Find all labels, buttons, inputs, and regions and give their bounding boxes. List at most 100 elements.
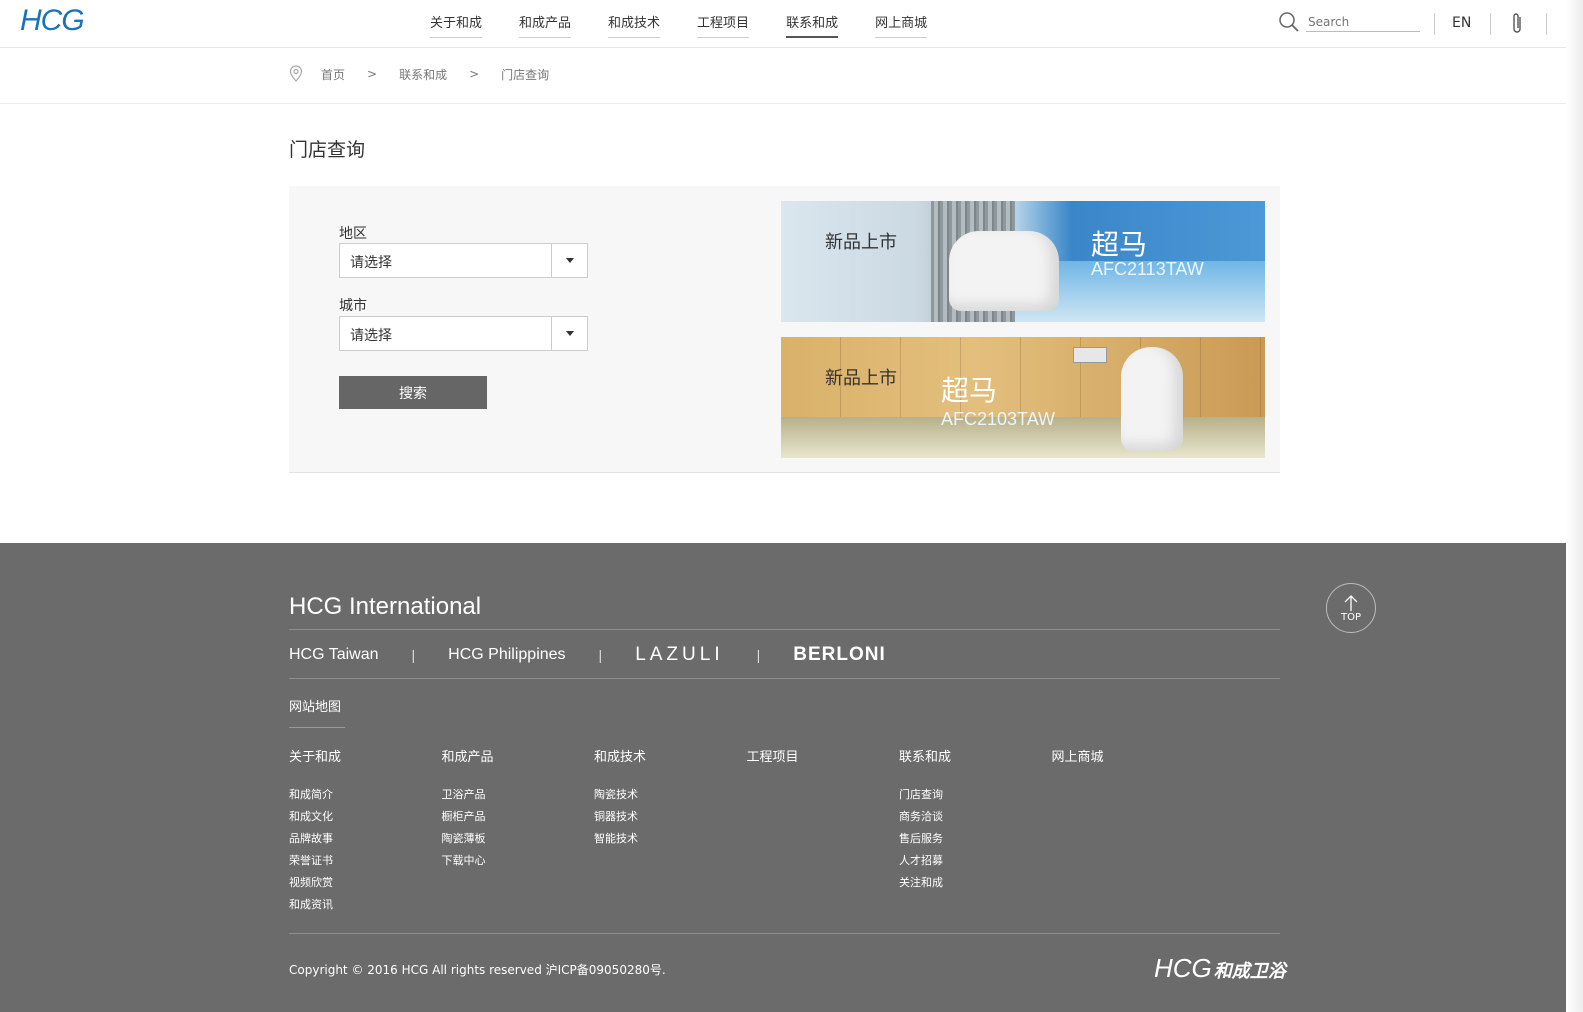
- sitemap-column-title[interactable]: 和成产品: [442, 746, 595, 765]
- sitemap-link[interactable]: 门店查询: [899, 784, 1052, 806]
- divider: [289, 629, 1280, 630]
- brand-separator: |: [411, 647, 416, 663]
- product-banner[interactable]: 新品上市 超马 AFC2113TAW: [781, 201, 1265, 322]
- nav-products[interactable]: 和成产品: [519, 12, 572, 38]
- city-select-value: 请选择: [350, 328, 392, 344]
- back-to-top-button[interactable]: TOP: [1326, 583, 1376, 633]
- copyright: Copyright © 2016 HCG All rights reserved…: [289, 963, 666, 977]
- product-banner[interactable]: 新品上市 超马 AFC2103TAW: [781, 337, 1265, 458]
- sitemap-column: 和成技术陶瓷技术 铜器技术 智能技术: [594, 746, 747, 916]
- sitemap-link[interactable]: 视频欣赏: [289, 872, 442, 894]
- nav-shop[interactable]: 网上商城: [875, 12, 928, 38]
- divider: [1546, 13, 1547, 35]
- sitemap-column-title[interactable]: 工程项目: [747, 746, 900, 765]
- sitemap-link[interactable]: 陶瓷技术: [594, 784, 747, 806]
- city-select[interactable]: 请选择: [339, 316, 588, 351]
- sitemap-link[interactable]: 关注和成: [899, 872, 1052, 894]
- sitemap-link[interactable]: 品牌故事: [289, 828, 442, 850]
- search-input[interactable]: [1306, 12, 1420, 32]
- sitemap-column-title[interactable]: 联系和成: [899, 746, 1052, 765]
- sitemap-heading: 网站地图: [289, 700, 342, 715]
- brand-separator: |: [598, 647, 603, 663]
- chevron-down-icon[interactable]: [551, 317, 587, 350]
- sitemap-column: 关于和成和成简介 和成文化 品牌故事 荣誉证书 视频欣赏 和成资讯: [289, 746, 442, 916]
- brand-separator: |: [756, 647, 761, 663]
- search-button[interactable]: 搜索: [339, 376, 487, 409]
- divider: [289, 678, 1280, 679]
- banner-product-name: 超马: [941, 374, 998, 407]
- sitemap-column: 和成产品卫浴产品 橱柜产品 陶瓷薄板 下载中心: [442, 746, 595, 916]
- sitemap-columns: 关于和成 和成简介 和成文化 品牌故事 荣誉证书 视频欣赏 和成资讯 和成产品 卫浴产品 橱柜产品…: [289, 746, 1204, 916]
- main-nav: 关于和成 和成产品 和成技术 工程项目 联系和成 网上商城: [430, 12, 964, 38]
- store-search-panel: 地区 请选择 城市 请选择 搜索 新品上市 超马 AFC2113TAW 新品上市…: [289, 186, 1280, 473]
- sitemap-link[interactable]: 和成文化: [289, 806, 442, 828]
- sitemap-link[interactable]: 和成资讯: [289, 894, 442, 916]
- site-header: HCG 关于和成 和成产品 和成技术 工程项目 联系和成 网上商城 EN: [0, 0, 1566, 48]
- banner-product-model: AFC2103TAW: [941, 409, 1056, 429]
- language-switch[interactable]: EN: [1452, 15, 1471, 31]
- site-footer: HCG International TOP HCG Taiwan | HCG P…: [0, 543, 1566, 1012]
- breadcrumb-contact[interactable]: 联系和成: [399, 66, 447, 83]
- brand-berloni[interactable]: BERLONI: [793, 644, 886, 666]
- sitemap-link[interactable]: 人才招募: [899, 850, 1052, 872]
- sitemap-link[interactable]: 橱柜产品: [442, 806, 595, 828]
- toilet-image: [1121, 347, 1183, 451]
- nav-contact[interactable]: 联系和成: [786, 12, 839, 38]
- scroll-edge: [1566, 0, 1583, 1012]
- breadcrumb-current: 门店查询: [501, 67, 550, 82]
- breadcrumb: 首页 > 联系和成 > 门店查询: [0, 49, 1566, 104]
- sitemap-column: 联系和成门店查询 商务洽谈 售后服务 人才招募 关注和成: [899, 746, 1052, 916]
- sitemap-column-title[interactable]: 网上商城: [1052, 746, 1205, 765]
- sitemap-link[interactable]: 商务洽谈: [899, 806, 1052, 828]
- brand-links: HCG Taiwan | HCG Philippines | LAZULI | …: [289, 644, 886, 666]
- brand-hcg-philippines[interactable]: HCG Philippines: [448, 646, 565, 664]
- paperclip-icon[interactable]: [1510, 12, 1526, 36]
- banner-tag: 新品上市: [825, 368, 897, 389]
- sitemap-link[interactable]: 和成简介: [289, 784, 442, 806]
- breadcrumb-home[interactable]: 首页: [321, 66, 345, 83]
- sitemap-column: 工程项目: [747, 746, 900, 916]
- sitemap-link[interactable]: 下载中心: [442, 850, 595, 872]
- footer-logo-text: HCG: [1154, 953, 1212, 983]
- region-select-value: 请选择: [350, 255, 392, 271]
- wall-panel: [1073, 347, 1107, 363]
- sitemap-link[interactable]: 铜器技术: [594, 806, 747, 828]
- page-title: 门店查询: [289, 139, 366, 161]
- sitemap-column-title[interactable]: 关于和成: [289, 746, 442, 765]
- divider: [289, 933, 1280, 934]
- sitemap-link[interactable]: 陶瓷薄板: [442, 828, 595, 850]
- nav-about[interactable]: 关于和成: [430, 12, 483, 38]
- breadcrumb-separator: >: [469, 67, 480, 81]
- sitemap-link[interactable]: 卫浴产品: [442, 784, 595, 806]
- divider: [1490, 13, 1491, 35]
- region-label: 地区: [339, 226, 367, 242]
- city-label: 城市: [339, 298, 367, 314]
- brand-hcg-taiwan[interactable]: HCG Taiwan: [289, 646, 379, 664]
- footer-title: HCG International: [289, 593, 482, 620]
- header-search: [1278, 11, 1420, 33]
- region-select[interactable]: 请选择: [339, 243, 588, 278]
- brand-lazuli[interactable]: LAZULI: [635, 644, 723, 666]
- location-pin-icon: [289, 65, 303, 82]
- banner-tag: 新品上市: [825, 232, 897, 253]
- sitemap-link[interactable]: 荣誉证书: [289, 850, 442, 872]
- nav-projects[interactable]: 工程项目: [697, 12, 750, 38]
- search-icon[interactable]: [1278, 11, 1300, 33]
- banner-product-model: AFC2113TAW: [1091, 259, 1204, 279]
- top-label: TOP: [1340, 611, 1361, 623]
- nav-technology[interactable]: 和成技术: [608, 12, 661, 38]
- sitemap-column-title[interactable]: 和成技术: [594, 746, 747, 765]
- sitemap-link[interactable]: 售后服务: [899, 828, 1052, 850]
- footer-logo: HCG 和成卫浴: [1154, 953, 1286, 984]
- chevron-down-icon[interactable]: [551, 244, 587, 277]
- divider: [1434, 13, 1435, 35]
- breadcrumb-separator: >: [367, 67, 378, 81]
- hcg-logo[interactable]: HCG: [20, 4, 85, 38]
- sitemap-underline: [289, 727, 345, 728]
- sitemap-link[interactable]: 智能技术: [594, 828, 747, 850]
- arrow-up-icon: [1344, 594, 1358, 611]
- footer-logo-cn: 和成卫浴: [1213, 961, 1286, 981]
- banner-product-name: 超马: [1091, 228, 1148, 261]
- toilet-image: [949, 231, 1059, 311]
- sitemap-column: 网上商城: [1052, 746, 1205, 916]
